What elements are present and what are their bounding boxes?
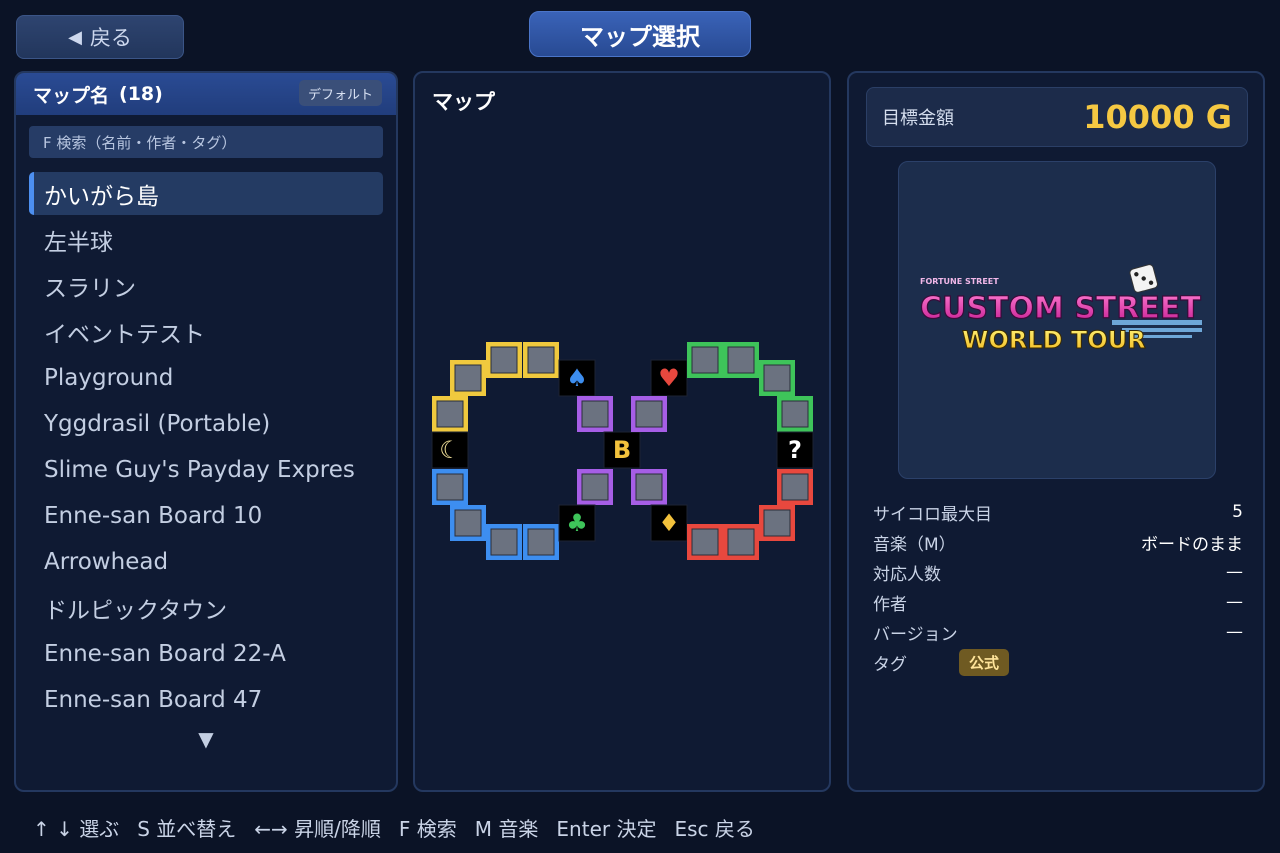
- board-square: [523, 524, 559, 560]
- goal-value: 10000 G: [1083, 98, 1232, 136]
- svg-text:♣: ♣: [566, 509, 588, 537]
- logo-brand: FORTUNE STREET: [920, 277, 999, 286]
- bank-space-icon: B: [603, 431, 641, 469]
- info-row: サイコロ最大目 5: [873, 497, 1243, 527]
- info-value: —: [1226, 622, 1243, 642]
- info-key: サイコロ最大目: [873, 504, 992, 525]
- key-hint: ←→ 昇順/降順: [254, 817, 381, 841]
- logo-line1: CUSTOM STREET: [920, 291, 1201, 326]
- diamond-space-icon: ♦: [650, 504, 688, 542]
- back-button[interactable]: ◀ 戻る: [16, 15, 184, 59]
- tag-badge: 公式: [959, 648, 1010, 676]
- moon-space-icon: ☾: [431, 431, 469, 469]
- key-hint: S 並べ替え: [137, 817, 237, 841]
- key-hint: F 検索: [398, 817, 457, 841]
- board-square: [687, 524, 723, 560]
- board-square: [777, 396, 813, 432]
- map-preview-panel: マップ ☾ ♠ ♣ B ♥ ♦?: [413, 71, 831, 792]
- info-value: —: [1226, 592, 1243, 612]
- chance-space-icon: ?: [776, 431, 814, 469]
- spade-space-icon: ♠: [558, 359, 596, 397]
- board-square: [486, 342, 522, 378]
- map-thumbnail: FORTUNE STREET CUSTOM STREET WORLD TOUR: [898, 161, 1216, 479]
- page-title: マップ選択: [529, 11, 751, 57]
- board-square: [723, 524, 759, 560]
- custom-street-logo: FORTUNE STREET CUSTOM STREET WORLD TOUR: [919, 264, 1202, 355]
- board-square: [450, 505, 486, 541]
- goal-label: 目標金額: [882, 108, 954, 129]
- board-square: [759, 505, 795, 541]
- map-list-item[interactable]: Enne-san Board 10: [29, 494, 383, 537]
- key-hints: ↑ ↓ 選ぶ S 並べ替え ←→ 昇順/降順 F 検索 M 音楽 Enter 決定 Esc …: [33, 813, 755, 842]
- dice-icon: [1129, 264, 1158, 293]
- map-list-item[interactable]: スラリン: [29, 264, 383, 307]
- board-square: [577, 396, 613, 432]
- map-details-panel: 目標金額 10000 G FORTUNE STREET CUSTOM STREE…: [847, 71, 1265, 792]
- board-square: [577, 469, 613, 505]
- map-list-item[interactable]: Slime Guy's Payday Expres: [29, 448, 383, 491]
- info-row: 作者 —: [873, 587, 1243, 617]
- map-list-item[interactable]: イベントテスト: [29, 310, 383, 353]
- info-row: バージョン —: [873, 617, 1243, 647]
- map-info-table: サイコロ最大目 5 音楽（M） ボードのまま対応人数 — 作者 — バージョン — タグ 公式: [873, 497, 1243, 677]
- goal-box: 目標金額 10000 G: [866, 87, 1248, 147]
- board-square: [631, 469, 667, 505]
- svg-text:♦: ♦: [658, 509, 680, 537]
- board-square: [687, 342, 723, 378]
- board-square: [486, 524, 522, 560]
- map-list-item[interactable]: かいがら島: [29, 172, 383, 215]
- club-space-icon: ♣: [558, 504, 596, 542]
- key-hint: M 音楽: [474, 817, 539, 841]
- board-square: [723, 342, 759, 378]
- board-square: [523, 342, 559, 378]
- scroll-down-icon[interactable]: ▼: [16, 727, 396, 751]
- svg-text:♠: ♠: [566, 364, 588, 392]
- info-key: 作者: [873, 594, 907, 615]
- sort-button[interactable]: デフォルト: [298, 80, 382, 106]
- info-value: 5: [1232, 502, 1243, 522]
- map-list-item[interactable]: ドルピックタウン: [29, 586, 383, 629]
- board-square: [631, 396, 667, 432]
- board-preview: ☾ ♠ ♣ B ♥ ♦?: [431, 342, 814, 560]
- info-value: —: [1226, 562, 1243, 582]
- heart-space-icon: ♥: [650, 359, 688, 397]
- svg-text:♥: ♥: [658, 364, 680, 392]
- map-list-header: マップ名 (18) デフォルト: [16, 73, 396, 115]
- svg-text:☾: ☾: [439, 436, 461, 464]
- tag-label: タグ: [873, 654, 907, 675]
- search-input[interactable]: F 検索（名前・作者・タグ）: [29, 126, 383, 158]
- map-list-item[interactable]: Enne-san Board 47: [29, 678, 383, 721]
- back-arrow-icon: ◀: [68, 26, 82, 48]
- logo-line2: WORLD TOUR: [962, 326, 1146, 354]
- board-square: [432, 396, 468, 432]
- map-count: (18): [119, 83, 163, 105]
- info-row: 対応人数 —: [873, 557, 1243, 587]
- back-button-label: 戻る: [89, 26, 132, 50]
- info-row: 音楽（M） ボードのまま: [873, 527, 1243, 557]
- map-list-item[interactable]: 左半球: [29, 218, 383, 261]
- board-square: [432, 469, 468, 505]
- board-square: [759, 360, 795, 396]
- key-hint: Enter 決定: [556, 817, 657, 841]
- map-list-item[interactable]: Playground: [29, 356, 383, 399]
- info-key: 音楽（M）: [873, 534, 956, 555]
- board-square: [450, 360, 486, 396]
- map-list-header-label: マップ名: [33, 84, 110, 107]
- info-key: バージョン: [873, 624, 958, 645]
- map-list-item[interactable]: Enne-san Board 22-A: [29, 632, 383, 675]
- board-square: [777, 469, 813, 505]
- map-list-item[interactable]: Yggdrasil (Portable): [29, 402, 383, 445]
- info-key: 対応人数: [873, 564, 941, 585]
- svg-text:B: B: [613, 436, 631, 464]
- key-hint: Esc 戻る: [674, 817, 755, 841]
- map-list-panel: マップ名 (18) デフォルト F 検索（名前・作者・タグ） かいがら島 左半球ス…: [14, 71, 398, 792]
- key-hint: ↑ ↓ 選ぶ: [33, 817, 120, 841]
- info-value: ボードのまま: [1141, 534, 1243, 555]
- svg-text:?: ?: [788, 436, 802, 464]
- tag-row: タグ 公式: [873, 647, 1243, 677]
- map-list: かいがら島 左半球 スラリン イベントテスト Playground Yggdrasil (…: [16, 172, 396, 721]
- map-list-item[interactable]: Arrowhead: [29, 540, 383, 583]
